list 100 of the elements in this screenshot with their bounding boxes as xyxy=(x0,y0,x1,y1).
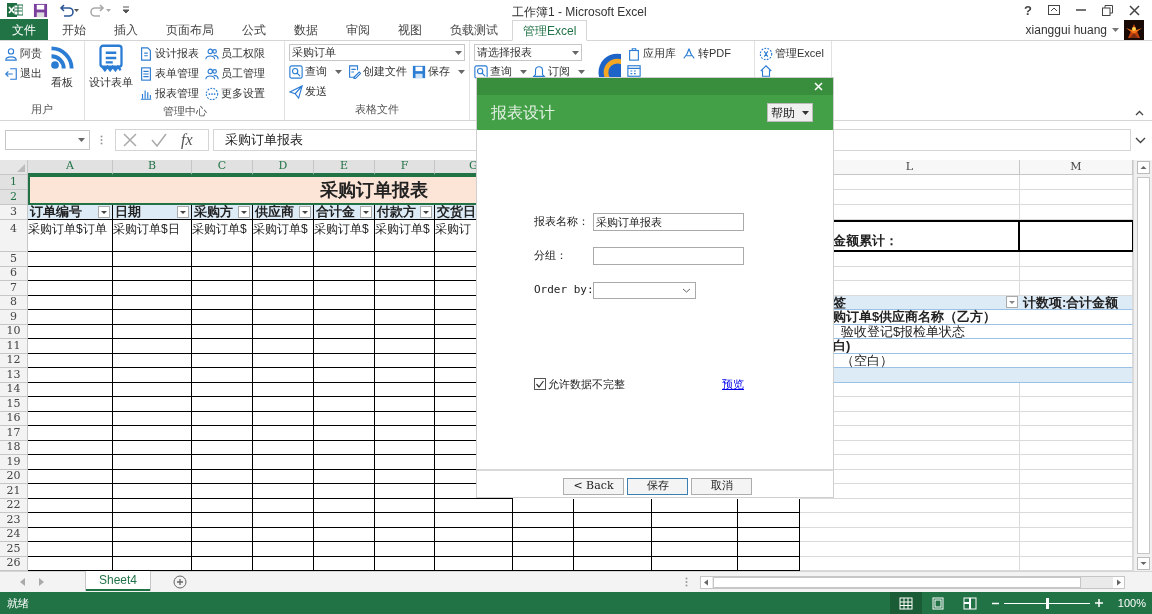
table-cell[interactable] xyxy=(28,440,113,455)
table-cell[interactable] xyxy=(192,353,253,368)
table-cell[interactable] xyxy=(192,339,253,354)
table-cell[interactable] xyxy=(435,527,513,542)
scroll-down-icon[interactable] xyxy=(1136,557,1150,570)
table-cell[interactable] xyxy=(375,353,435,368)
table-cell[interactable] xyxy=(253,440,314,455)
expand-icon[interactable] xyxy=(1135,136,1146,144)
table-cell[interactable] xyxy=(113,426,192,441)
table-cell[interactable] xyxy=(192,266,253,281)
table-cell[interactable] xyxy=(253,542,314,557)
table-cell[interactable] xyxy=(28,339,113,354)
table-cell[interactable]: 采购订单$ xyxy=(253,220,314,252)
column-header[interactable]: M xyxy=(1020,160,1133,175)
zoom-in-icon[interactable] xyxy=(1094,599,1103,607)
save-icon[interactable] xyxy=(33,2,48,18)
view-button[interactable] xyxy=(889,592,922,614)
table-cell[interactable] xyxy=(28,324,113,339)
help-dropdown[interactable]: 帮助 xyxy=(767,103,813,122)
row-number[interactable]: 19 xyxy=(0,455,28,470)
row-number[interactable]: 7 xyxy=(0,281,28,296)
table-cell[interactable] xyxy=(738,542,800,557)
table-cell[interactable]: 采购订单$订单 xyxy=(28,220,113,252)
table-cell[interactable] xyxy=(113,310,192,325)
table-cell[interactable] xyxy=(375,527,435,542)
table-cell[interactable] xyxy=(314,440,375,455)
table-cell[interactable] xyxy=(113,368,192,383)
ribbon-button[interactable]: 订阅 xyxy=(532,62,585,81)
table-cell[interactable] xyxy=(28,382,113,397)
filter-button[interactable] xyxy=(238,206,250,218)
table-cell[interactable]: 采购订单$日 xyxy=(113,220,192,252)
input-field[interactable] xyxy=(593,247,744,265)
table-cell[interactable] xyxy=(192,440,253,455)
table-cell[interactable] xyxy=(113,455,192,470)
table-cell[interactable] xyxy=(113,513,192,528)
ribbon-button[interactable]: 员工权限 xyxy=(205,44,265,63)
ribbon-button[interactable]: 更多设置 xyxy=(205,84,265,103)
ribbon-tab[interactable]: 管理Excel xyxy=(512,20,588,41)
table-cell[interactable] xyxy=(28,252,113,267)
table-cell[interactable] xyxy=(28,484,113,499)
table-cell[interactable] xyxy=(113,281,192,296)
dropdown[interactable]: 请选择报表 xyxy=(474,44,582,61)
vertical-scrollbar[interactable] xyxy=(1133,160,1152,571)
table-cell[interactable] xyxy=(253,252,314,267)
table-cell[interactable] xyxy=(314,513,375,528)
panel-icon[interactable] xyxy=(627,64,641,78)
restore-icon[interactable] xyxy=(1102,4,1113,16)
table-cell[interactable] xyxy=(253,411,314,426)
table-cell[interactable] xyxy=(28,266,113,281)
table-cell[interactable] xyxy=(113,266,192,281)
table-cell[interactable] xyxy=(192,513,253,528)
row-number[interactable]: 4 xyxy=(0,220,28,252)
table-cell[interactable] xyxy=(113,411,192,426)
column-header[interactable]: E xyxy=(314,160,375,175)
table-cell[interactable] xyxy=(375,513,435,528)
table-cell[interactable] xyxy=(314,368,375,383)
table-cell[interactable] xyxy=(113,295,192,310)
table-cell[interactable] xyxy=(314,295,375,310)
table-cell[interactable] xyxy=(375,339,435,354)
table-cell[interactable] xyxy=(375,324,435,339)
scroll-left-icon[interactable] xyxy=(701,576,713,588)
table-cell[interactable] xyxy=(375,368,435,383)
ribbon-button[interactable]: 发送 xyxy=(289,82,327,101)
table-cell[interactable] xyxy=(375,440,435,455)
column-header[interactable]: A xyxy=(28,160,113,175)
table-cell[interactable] xyxy=(314,426,375,441)
table-cell[interactable] xyxy=(314,266,375,281)
ribbon-button[interactable]: 保存 xyxy=(412,62,465,81)
ribbon-tab[interactable]: 数据 xyxy=(280,19,332,40)
table-cell[interactable] xyxy=(28,513,113,528)
table-cell[interactable] xyxy=(652,542,738,557)
collapse-ribbon-icon[interactable] xyxy=(1135,110,1144,116)
table-cell[interactable] xyxy=(375,455,435,470)
table-cell[interactable] xyxy=(513,542,574,557)
table-cell[interactable] xyxy=(435,542,513,557)
table-cell[interactable] xyxy=(314,397,375,412)
ribbon-button[interactable]: 报表管理 xyxy=(139,84,199,103)
table-cell[interactable] xyxy=(253,498,314,513)
table-cell[interactable] xyxy=(314,252,375,267)
table-cell[interactable] xyxy=(192,281,253,296)
table-cell[interactable] xyxy=(574,542,652,557)
table-cell[interactable] xyxy=(253,484,314,499)
ribbon-button[interactable]: 设计表单 xyxy=(89,44,133,91)
ribbon-button[interactable]: 阿贵 xyxy=(4,44,42,63)
filter-button[interactable] xyxy=(98,206,110,218)
table-cell[interactable]: 采购订单$ xyxy=(192,220,253,252)
scroll-right-icon[interactable] xyxy=(1113,576,1125,588)
table-cell[interactable] xyxy=(28,498,113,513)
ribbon-button[interactable]: 设计报表 xyxy=(139,44,199,63)
table-cell[interactable] xyxy=(192,252,253,267)
scroll-thumb[interactable] xyxy=(713,576,1082,588)
zoom-level[interactable]: 100% xyxy=(1102,594,1152,612)
ribbon-tab[interactable]: 开始 xyxy=(48,19,100,40)
table-cell[interactable] xyxy=(513,527,574,542)
table-cell[interactable] xyxy=(314,542,375,557)
table-cell[interactable] xyxy=(113,382,192,397)
table-cell[interactable] xyxy=(314,455,375,470)
table-cell[interactable]: 采购订单$ xyxy=(375,220,435,252)
table-cell[interactable] xyxy=(314,324,375,339)
filter-button[interactable] xyxy=(177,206,189,218)
